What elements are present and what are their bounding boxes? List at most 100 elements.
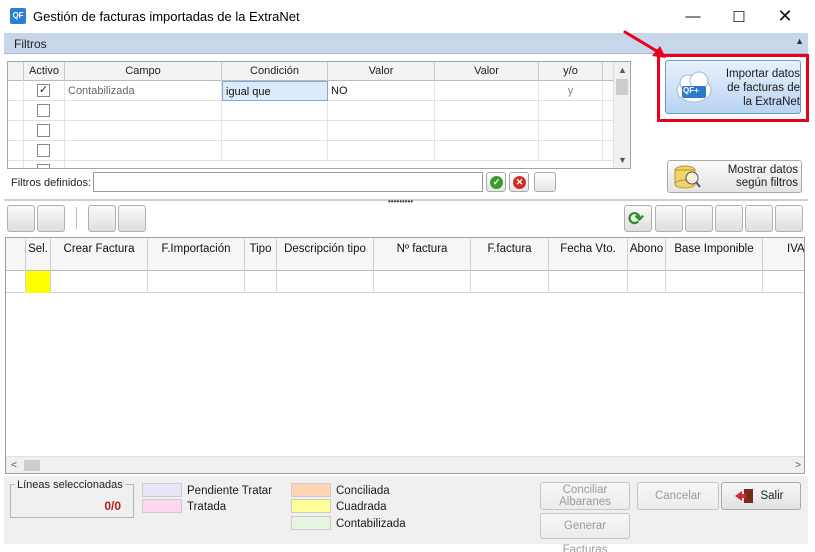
filter-col-valor-2[interactable]: Valor [435,62,539,81]
col-iva[interactable]: IVA [763,238,804,271]
col-base-imponible[interactable]: Base Imponible [666,238,763,271]
remove-filter-button[interactable]: ✕ [509,172,529,192]
col-f-factura[interactable]: F.factura [471,238,549,271]
filter-active-checkbox[interactable] [37,144,50,157]
grid-cell[interactable] [245,271,277,293]
filter-valor1-cell[interactable]: NO [328,81,435,101]
filters-section-label: Filtros [14,37,47,51]
filter-row[interactable] [8,101,614,121]
filter-campo-cell[interactable]: Contabilizada [65,81,222,101]
filter-active-cell[interactable]: ✓ [24,81,65,101]
button-label-line: Conciliar [562,484,608,496]
grid-cell[interactable] [666,271,763,293]
col-crear-factura[interactable]: Crear Factura [51,238,148,271]
horizontal-scrollbar[interactable]: < > [6,456,804,473]
filter-condicion-cell[interactable] [222,121,328,141]
filter-col-condicion[interactable]: Condición [222,62,328,81]
filter-valor2-cell[interactable] [435,121,539,141]
col-sel[interactable]: Sel. [26,238,51,271]
filter-col-activo[interactable]: Activo [24,62,65,81]
table-row[interactable] [6,271,804,293]
grid-cell[interactable] [51,271,148,293]
filter-active-checkbox[interactable] [37,124,50,137]
col-descripcion-tipo[interactable]: Descripción tipo [277,238,374,271]
filter-yo-cell[interactable] [539,141,603,161]
defined-filters-input[interactable] [93,172,483,192]
filter-valor2-cell[interactable] [435,81,539,101]
grid-cell[interactable] [374,271,471,293]
grid-cell[interactable] [549,271,628,293]
toolbar-button[interactable] [775,205,803,232]
filter-row[interactable]: ✓ Contabilizada igual que NO y [8,81,614,101]
splitter-grip-icon[interactable]: ••••••••• [388,197,413,206]
salir-button[interactable]: Salir [721,482,801,510]
grid-cell[interactable] [471,271,549,293]
filter-valor1-cell[interactable] [328,121,435,141]
filter-col-campo[interactable]: Campo [65,62,222,81]
scroll-left-icon[interactable]: < [6,457,22,473]
filter-row[interactable] [8,141,614,161]
generar-facturas-button[interactable]: Generar Facturas [540,513,630,552]
col-tipo[interactable]: Tipo [245,238,277,271]
filter-active-cell[interactable] [24,161,65,168]
filter-condicion-cell[interactable]: igual que [222,81,328,101]
scroll-right-icon[interactable]: > [790,457,804,473]
scroll-thumb[interactable] [24,460,40,471]
filter-campo-cell[interactable] [65,121,222,141]
conciliar-albaranes-button[interactable]: Conciliar Albaranes [540,482,630,510]
maximize-button[interactable]: ☐ [716,0,762,33]
filter-yo-cell[interactable]: y [539,81,603,101]
col-f-importacion[interactable]: F.Importación [148,238,245,271]
apply-filter-button[interactable]: ✓ [486,172,506,192]
filter-active-cell[interactable] [24,101,65,121]
filter-yo-cell[interactable] [539,121,603,141]
filter-valor1-cell[interactable] [328,141,435,161]
toolbar-button[interactable] [118,205,146,232]
filter-row[interactable] [8,121,614,141]
filter-row[interactable] [8,161,614,168]
scroll-down-icon[interactable]: ▼ [614,152,630,168]
grid-cell[interactable] [148,271,245,293]
toolbar-button[interactable] [655,205,683,232]
show-data-button[interactable]: Mostrar datos según filtros [667,160,802,193]
filter-active-checkbox[interactable] [37,164,50,168]
filter-campo-cell[interactable] [65,141,222,161]
filter-condicion-cell[interactable] [222,101,328,121]
refresh-button[interactable]: ⟳ [624,205,652,232]
col-fecha-vto[interactable]: Fecha Vto. [549,238,628,271]
filter-grid-scrollbar[interactable]: ▲ ▼ [613,62,630,168]
col-abono[interactable]: Abono [628,238,666,271]
cancelar-button[interactable]: Cancelar [637,482,719,510]
toolbar-button[interactable] [37,205,65,232]
import-extranet-button[interactable]: QF+ Importar datos de facturas de la Ext… [665,60,801,114]
toolbar-button[interactable] [715,205,743,232]
filters-section-header[interactable]: Filtros ▲ [4,33,808,54]
sel-cell[interactable] [26,271,51,293]
grid-cell[interactable] [628,271,666,293]
filter-valor2-cell[interactable] [435,101,539,121]
minimize-button[interactable]: — [670,0,716,33]
toolbar-button[interactable] [7,205,35,232]
invoice-grid-header: Sel. Crear Factura F.Importación Tipo De… [6,238,804,271]
filter-valor2-cell[interactable] [435,141,539,161]
filter-yo-cell[interactable] [539,101,603,121]
filter-active-cell[interactable] [24,121,65,141]
toolbar-button[interactable] [88,205,116,232]
grid-cell[interactable] [277,271,374,293]
filter-col-valor-1[interactable]: Valor [328,62,435,81]
filter-valor1-cell[interactable] [328,101,435,121]
scroll-thumb[interactable] [616,79,628,95]
scroll-up-icon[interactable]: ▲ [614,62,630,78]
col-n-factura[interactable]: Nº factura [374,238,471,271]
filter-active-cell[interactable] [24,141,65,161]
filter-active-checkbox[interactable]: ✓ [37,84,50,97]
filter-campo-cell[interactable] [65,101,222,121]
toolbar-button[interactable] [745,205,773,232]
collapse-arrow-icon[interactable]: ▲ [795,36,804,46]
filter-active-checkbox[interactable] [37,104,50,117]
filter-condicion-cell[interactable] [222,141,328,161]
filter-col-yo[interactable]: y/o [539,62,603,81]
close-button[interactable]: ✕ [762,0,808,33]
filter-extra-button[interactable] [534,172,556,192]
toolbar-button[interactable] [685,205,713,232]
